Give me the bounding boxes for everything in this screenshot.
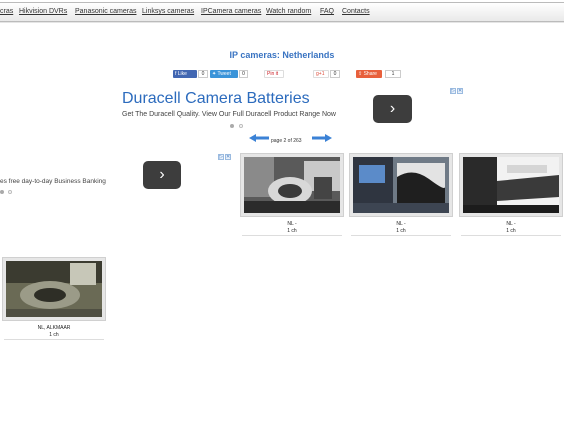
camera-location: NL, ALKMAAR [37,325,71,331]
camera-divider [461,235,561,236]
camera-thumbnail-frame[interactable] [349,153,453,217]
camera-location: NL - [396,221,406,227]
next-page-arrow-icon[interactable] [312,134,332,142]
camera-thumbnail[interactable] [6,261,102,317]
nav-divider [0,22,564,23]
camera-channels: 1 ch [396,228,406,234]
ad-carousel-dot[interactable] [239,124,243,128]
side-adchoices-icon[interactable]: ▷ [218,154,224,160]
camera-thumbnail[interactable] [463,157,559,213]
chevron-right-icon: › [159,166,165,183]
nav-item-faq[interactable]: FAQ [320,8,334,15]
pager-label: page 2 of 263 [271,138,302,144]
side-ad-carousel-dot-active[interactable] [0,190,4,194]
google-plus-button[interactable]: g+1 [313,70,329,78]
chevron-right-icon: › [389,100,396,117]
camera-divider [242,235,342,236]
nav-item-cameras[interactable]: cras [0,8,13,15]
side-ad-text[interactable]: es free day-to-day Business Banking [0,178,106,185]
share-count: 1 [385,70,401,78]
camera-channels: 1 ch [287,228,297,234]
previous-page-arrow-icon[interactable] [249,134,269,142]
ad-carousel-dot-active[interactable] [230,124,234,128]
facebook-like-button[interactable]: f Like [173,70,197,78]
tweet-count: 0 [239,70,248,78]
nav-item-linksys-cameras[interactable]: Linksys cameras [142,8,194,15]
nav-item-hikvision-dvrs[interactable]: Hikvision DVRs [19,8,67,15]
side-ad-next-arrow-button[interactable]: › [143,161,181,189]
camera-thumbnail-frame[interactable] [240,153,344,217]
camera-location: NL - [506,221,516,227]
share-button[interactable]: ⇪ Share [356,70,382,78]
side-ad-close-icon[interactable]: ✕ [225,154,231,160]
nav-item-watch-random[interactable]: Watch random [266,8,311,15]
nav-item-contacts[interactable]: Contacts [342,8,370,15]
camera-thumbnail-frame[interactable] [2,257,106,321]
camera-thumbnail-frame[interactable] [459,153,563,217]
camera-divider [351,235,451,236]
nav-item-ipcamera-cameras[interactable]: IPCamera cameras [201,8,261,15]
ad-next-arrow-button[interactable]: › [373,95,412,123]
adchoices-icon[interactable]: ▷ [450,88,456,94]
camera-thumbnail[interactable] [353,157,449,213]
google-plus-count: 0 [330,70,340,78]
ad-description: Get The Duracell Quality. View Our Full … [122,111,336,118]
pinterest-pin-button[interactable]: Pin it [264,70,284,78]
tweet-button[interactable]: ✦ Tweet [210,70,238,78]
nav-item-panasonic-cameras[interactable]: Panasonic cameras [75,8,136,15]
camera-channels: 1 ch [506,228,516,234]
camera-divider [4,339,104,340]
top-navigation: cras Hikvision DVRs Panasonic cameras Li… [0,2,564,22]
ad-close-icon[interactable]: ✕ [457,88,463,94]
like-count: 0 [198,70,208,78]
page-title: IP cameras: Netherlands [229,50,335,60]
camera-channels: 1 ch [49,332,59,338]
side-ad-carousel-dot[interactable] [8,190,12,194]
camera-location: NL - [287,221,297,227]
ad-headline-link[interactable]: Duracell Camera Batteries [122,90,310,108]
camera-thumbnail[interactable] [244,157,340,213]
